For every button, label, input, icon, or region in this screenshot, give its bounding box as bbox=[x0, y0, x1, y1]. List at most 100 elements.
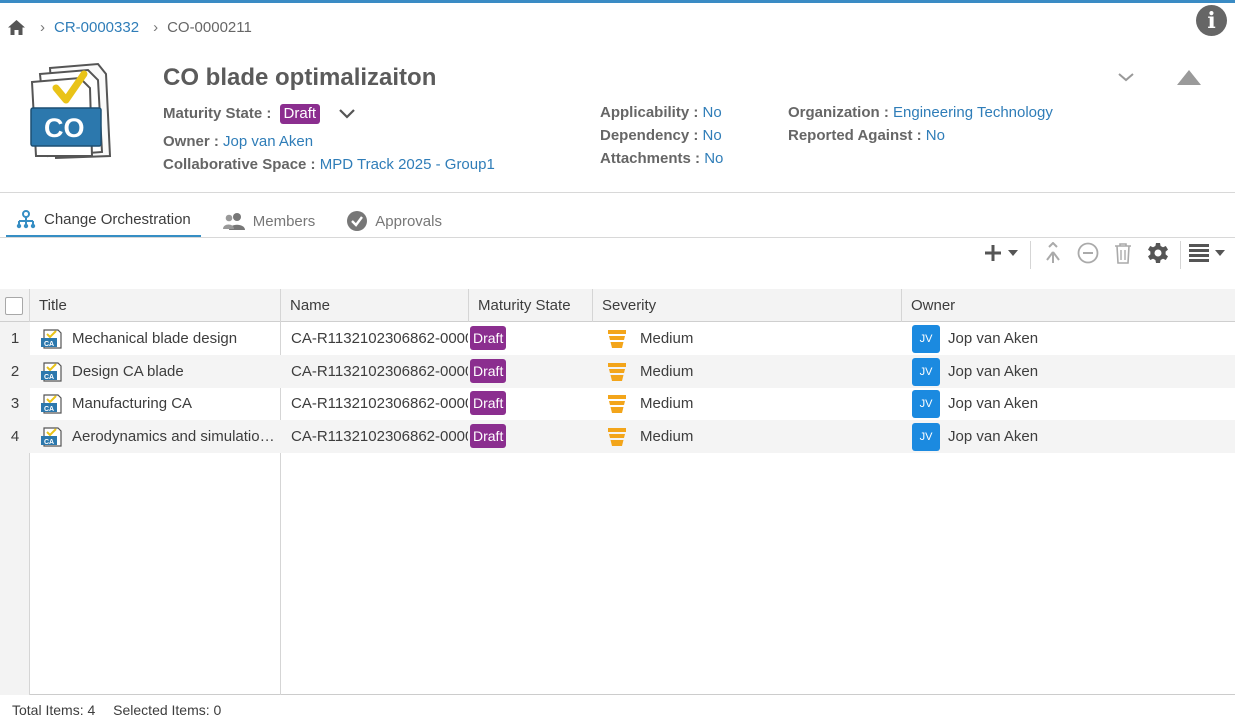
dependency-label: Dependency bbox=[600, 127, 690, 144]
table-row[interactable]: 2 CA Design CA blade CA-R1132102306862-0000… bbox=[0, 354, 1235, 388]
gear-icon[interactable] bbox=[1146, 241, 1170, 265]
cell-severity: Medium bbox=[640, 330, 694, 347]
table-row[interactable]: 3 CA Manufacturing CA CA-R1132102306862-000… bbox=[0, 387, 1235, 420]
avatar[interactable]: JV bbox=[912, 357, 940, 386]
owner-link[interactable]: Jop van Aken bbox=[223, 133, 313, 150]
tab-label: Members bbox=[252, 212, 316, 230]
cell-maturity-badge[interactable]: Draft bbox=[470, 423, 507, 448]
grid-footer: Total Items: 4 Selected Items: 0 bbox=[12, 702, 235, 718]
people-icon bbox=[222, 212, 245, 230]
reported-attr: Reported Against : No bbox=[788, 127, 945, 144]
chevron-down-icon[interactable] bbox=[338, 106, 356, 123]
cell-owner[interactable]: Jop van Aken bbox=[948, 322, 1198, 355]
cell-maturity-badge[interactable]: Draft bbox=[470, 358, 507, 383]
severity-medium-icon bbox=[607, 362, 627, 386]
column-header-maturity[interactable]: Maturity State bbox=[469, 289, 593, 322]
column-header-owner[interactable]: Owner bbox=[902, 289, 1235, 322]
avatar[interactable]: JV bbox=[912, 390, 940, 418]
table-row[interactable]: 4 CA Aerodynamics and simulatio… CA-R113210… bbox=[0, 419, 1235, 453]
dependency-attr: Dependency : No bbox=[600, 127, 722, 144]
svg-text:CA: CA bbox=[44, 439, 54, 446]
select-all-cell bbox=[0, 289, 30, 322]
add-menu-button[interactable] bbox=[982, 241, 1022, 265]
cell-title[interactable]: Mechanical blade design bbox=[72, 322, 277, 355]
change-action-icon: CA bbox=[40, 329, 62, 353]
maturity-label: Maturity State bbox=[163, 105, 263, 122]
hierarchy-icon bbox=[16, 209, 36, 230]
check-circle-icon bbox=[347, 211, 368, 231]
remove-icon[interactable] bbox=[1077, 241, 1099, 265]
cell-severity: Medium bbox=[640, 362, 694, 380]
cell-name[interactable]: CA-R1132102306862-00001 bbox=[291, 322, 468, 355]
column-header-title[interactable]: Title bbox=[30, 289, 281, 322]
view-menu-button[interactable] bbox=[1188, 241, 1228, 265]
cell-title[interactable]: Aerodynamics and simulatio… bbox=[72, 420, 277, 453]
selected-items: Selected Items: 0 bbox=[113, 702, 222, 718]
owner-label: Owner bbox=[163, 133, 210, 150]
grid-header: Title Name Maturity State Severity Owner bbox=[0, 289, 1235, 322]
change-action-icon: CA bbox=[40, 426, 62, 451]
home-icon[interactable] bbox=[6, 17, 26, 37]
space-link[interactable]: MPD Track 2025 - Group1 bbox=[320, 156, 495, 173]
row-number: 4 bbox=[0, 419, 30, 453]
column-header-name[interactable]: Name bbox=[281, 289, 469, 322]
reported-label: Reported Against bbox=[788, 127, 913, 144]
organization-link[interactable]: Engineering Technology bbox=[893, 104, 1053, 121]
cell-title[interactable]: Design CA blade bbox=[72, 355, 277, 388]
cell-title[interactable]: Manufacturing CA bbox=[72, 387, 277, 420]
collapse-triangle-icon[interactable] bbox=[1175, 68, 1203, 91]
attachments-attr: Attachments : No bbox=[600, 150, 724, 167]
cell-maturity-badge[interactable]: Draft bbox=[470, 391, 507, 415]
trash-icon[interactable] bbox=[1113, 241, 1133, 265]
top-accent-line bbox=[0, 0, 1235, 3]
breadcrumb-current: CO-0000211 bbox=[167, 18, 252, 36]
organization-attr: Organization : Engineering Technology bbox=[788, 104, 1053, 121]
space-label: Collaborative Space bbox=[163, 156, 307, 173]
cell-owner[interactable]: Jop van Aken bbox=[948, 355, 1198, 388]
organization-label: Organization bbox=[788, 104, 880, 121]
cell-severity: Medium bbox=[640, 427, 694, 445]
maturity-attr: Maturity State : Draft bbox=[163, 104, 356, 124]
cell-name[interactable]: CA-R1132102306862-00003 bbox=[291, 387, 468, 420]
row-number: 2 bbox=[0, 354, 30, 388]
severity-medium-icon bbox=[607, 329, 627, 353]
row-number: 3 bbox=[0, 387, 30, 420]
cell-owner[interactable]: Jop van Aken bbox=[948, 387, 1198, 420]
breadcrumb-link-cr[interactable]: CR-0000332 bbox=[54, 19, 139, 36]
cell-severity: Medium bbox=[640, 395, 694, 412]
avatar[interactable]: JV bbox=[912, 422, 940, 451]
toolbar-separator bbox=[1030, 241, 1031, 269]
tab-change-orchestration[interactable]: Change Orchestration bbox=[6, 204, 201, 238]
maturity-badge[interactable]: Draft bbox=[279, 104, 321, 124]
merge-icon[interactable] bbox=[1043, 241, 1063, 265]
svg-text:CA: CA bbox=[44, 341, 54, 348]
dependency-value[interactable]: No bbox=[703, 127, 722, 144]
tab-approvals[interactable]: Approvals bbox=[337, 204, 452, 238]
cell-owner[interactable]: Jop van Aken bbox=[948, 420, 1198, 453]
cell-name[interactable]: CA-R1132102306862-00004 bbox=[291, 420, 468, 453]
change-action-icon: CA bbox=[40, 361, 62, 386]
reported-value[interactable]: No bbox=[926, 127, 945, 144]
cell-maturity-badge[interactable]: Draft bbox=[470, 326, 507, 350]
applicability-value[interactable]: No bbox=[703, 104, 722, 121]
co-icon-text: CO bbox=[44, 113, 85, 143]
table-row[interactable]: 1 CA Mechanical blade design CA-R1132102306… bbox=[0, 322, 1235, 355]
attachments-label: Attachments bbox=[600, 150, 691, 167]
avatar[interactable]: JV bbox=[912, 325, 940, 353]
applicability-label: Applicability bbox=[600, 104, 690, 121]
select-all-checkbox[interactable] bbox=[5, 297, 23, 315]
info-icon[interactable]: i bbox=[1196, 5, 1227, 36]
severity-medium-icon bbox=[607, 427, 627, 451]
breadcrumb: › CR-0000332 › CO-0000211 bbox=[6, 15, 252, 39]
total-items: Total Items: 4 bbox=[12, 702, 96, 718]
severity-medium-icon bbox=[607, 394, 627, 418]
column-header-severity[interactable]: Severity bbox=[593, 289, 902, 322]
tab-label: Approvals bbox=[375, 212, 442, 230]
chevron-right-icon: › bbox=[40, 18, 45, 36]
svg-text:CA: CA bbox=[44, 374, 54, 381]
tab-members[interactable]: Members bbox=[213, 204, 326, 238]
page-title: CO blade optimalizaiton bbox=[163, 64, 437, 91]
attachments-value[interactable]: No bbox=[704, 150, 723, 167]
expand-chevron-icon[interactable] bbox=[1116, 70, 1136, 88]
cell-name[interactable]: CA-R1132102306862-00002 bbox=[291, 355, 468, 388]
